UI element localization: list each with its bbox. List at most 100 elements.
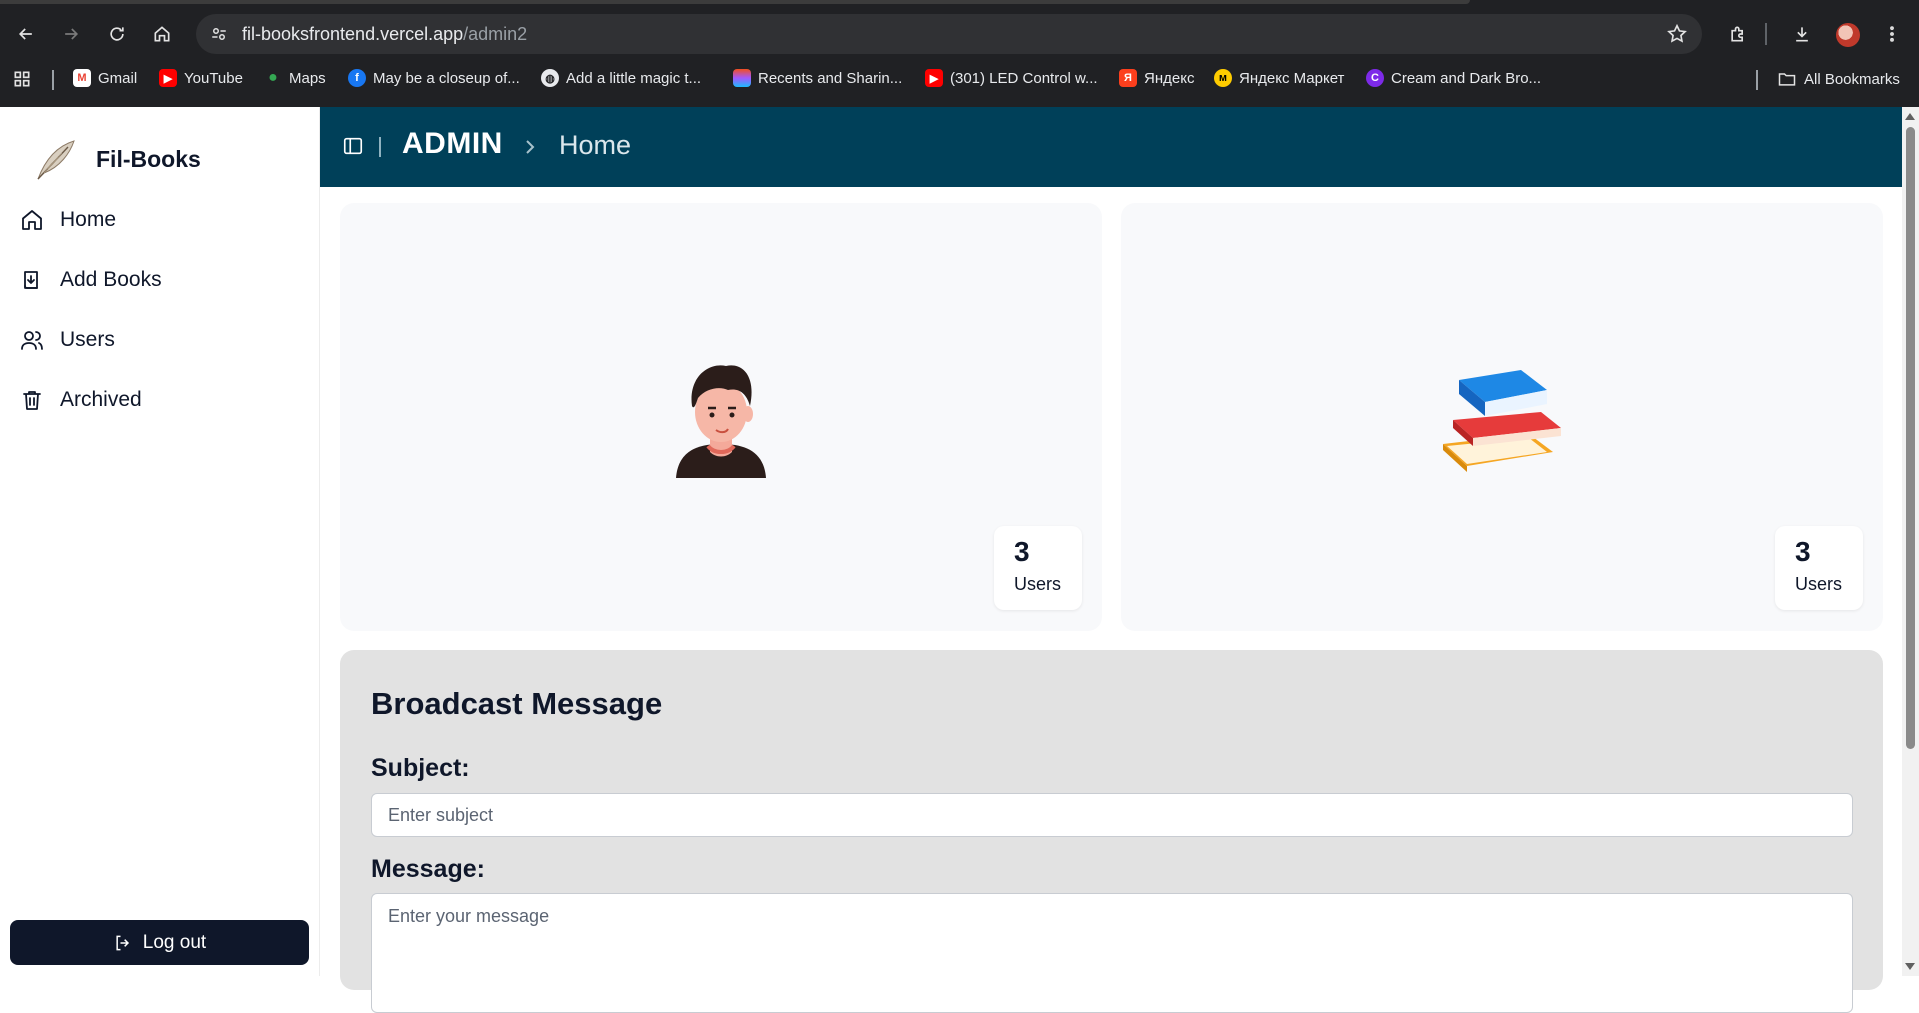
brand[interactable]: Fil-Books: [30, 133, 201, 185]
page-scrollbar[interactable]: [1902, 107, 1919, 976]
bookmark-canva[interactable]: C Cream and Dark Bro...: [1366, 69, 1541, 87]
browser-menu-button[interactable]: [1876, 18, 1908, 50]
feather-logo-icon: [37, 140, 75, 180]
breadcrumb-current-page: Home: [559, 130, 632, 160]
main-content: ADMIN Home 3 Users 3 Users Broadcast Mes…: [320, 107, 1902, 1013]
address-bar[interactable]: fil-booksfrontend.vercel.app/admin2: [196, 14, 1702, 54]
message-textarea[interactable]: [371, 893, 1853, 1013]
users-count-value: 3: [1014, 536, 1030, 567]
brand-name: Fil-Books: [96, 145, 201, 172]
bookmark-label: (301) LED Control w...: [950, 69, 1098, 87]
sidebar: Fil-Books Home Add Books Users Archived …: [0, 107, 320, 976]
bookmark-facebook[interactable]: f May be a closeup of...: [348, 69, 520, 87]
home-icon: [154, 26, 170, 42]
chevron-right-icon: [520, 135, 540, 159]
bookmark-label: Gmail: [98, 69, 138, 87]
url-text: fil-booksfrontend.vercel.app/admin2: [242, 24, 527, 45]
bookmark-magic[interactable]: ◍ Add a little magic t...: [541, 69, 701, 87]
bookmark-label: Add a little magic t...: [566, 69, 702, 87]
sidebar-item-home[interactable]: Home: [20, 208, 116, 232]
sidebar-item-label: Users: [60, 328, 115, 351]
bookmark-youtube[interactable]: ▶ YouTube: [159, 69, 243, 87]
arrow-right-icon: [65, 28, 79, 40]
back-button[interactable]: [10, 18, 42, 50]
bookmark-label: May be a closeup of...: [373, 69, 520, 87]
puzzle-icon: [1731, 26, 1743, 42]
sidebar-item-label: Add Books: [60, 268, 162, 291]
breadcrumb-admin[interactable]: ADMIN: [402, 127, 503, 161]
globe-icon: ◍: [541, 69, 559, 87]
sidebar-item-archived[interactable]: Archived: [20, 388, 142, 412]
reload-button[interactable]: [101, 18, 133, 50]
broadcast-message-panel: Broadcast Message Subject: Message:: [340, 650, 1883, 1013]
profile-avatar[interactable]: [1836, 23, 1860, 47]
scroll-down-arrow[interactable]: [1905, 963, 1915, 970]
sidebar-item-add-books[interactable]: Add Books: [20, 268, 162, 292]
bookmark-label: YouTube: [184, 69, 243, 87]
bookmark-label: Recents and Sharin...: [758, 69, 903, 87]
books-count-badge: 3 Users: [1775, 526, 1863, 610]
youtube-icon: ▶: [925, 69, 943, 87]
arrow-left-icon: [18, 28, 32, 40]
bookmark-label: Maps: [289, 69, 326, 87]
users-count-badge: 3 Users: [994, 526, 1082, 610]
figma-icon: [733, 69, 751, 87]
facebook-icon: f: [348, 69, 366, 87]
toolbar-separator: [1765, 23, 1767, 45]
add-book-icon: [24, 271, 38, 289]
all-bookmarks-button[interactable]: All Bookmarks: [1777, 69, 1900, 89]
downloads-button[interactable]: [1786, 18, 1818, 50]
canva-icon: C: [1366, 69, 1384, 87]
extensions-button[interactable]: [1722, 18, 1754, 50]
app-root: Fil-Books Home Add Books Users Archived …: [0, 107, 1919, 1013]
maps-icon: ●: [268, 69, 278, 86]
apps-grid-icon: [14, 71, 30, 87]
forward-button[interactable]: [55, 18, 87, 50]
bookmark-figma[interactable]: Recents and Sharin...: [733, 69, 902, 87]
users-icon: [21, 331, 43, 350]
gmail-icon: M: [73, 69, 91, 87]
bookmark-led-control[interactable]: ▶ (301) LED Control w...: [925, 69, 1098, 87]
scroll-up-arrow[interactable]: [1905, 113, 1915, 120]
bookmark-gmail[interactable]: M Gmail: [73, 69, 137, 87]
bookmark-maps[interactable]: ● Maps: [264, 69, 326, 87]
bookmark-star-icon[interactable]: [1666, 23, 1688, 45]
sidebar-item-label: Home: [60, 208, 117, 231]
books-stat-card: 3 Users: [1121, 203, 1883, 631]
navigation-bar: fil-booksfrontend.vercel.app/admin2: [0, 12, 1919, 56]
top-header: ADMIN Home: [320, 107, 1902, 187]
tab-strip: [0, 0, 1470, 4]
site-settings-icon[interactable]: [206, 22, 232, 46]
bookmark-separator: [1756, 70, 1758, 90]
yandex-icon: Я: [1119, 69, 1137, 87]
logout-button[interactable]: Log out: [10, 920, 309, 965]
bookmark-yandex[interactable]: Я Яндекс: [1119, 69, 1194, 87]
url-path: /admin2: [463, 24, 528, 44]
sidebar-item-users[interactable]: Users: [20, 328, 115, 352]
bookmark-yandex-market[interactable]: м Яндекс Маркет: [1214, 69, 1344, 87]
home-icon: [22, 210, 42, 230]
sidebar-toggle-button[interactable]: [342, 135, 364, 157]
trash-icon: [23, 391, 41, 410]
broadcast-title: Broadcast Message: [371, 686, 663, 721]
download-icon: [1796, 27, 1808, 42]
message-label: Message:: [371, 855, 485, 883]
books-count-label: Users: [1795, 574, 1843, 594]
panel-left-icon: [343, 137, 363, 155]
subject-input[interactable]: [371, 793, 1853, 837]
folder-icon: [1778, 73, 1796, 86]
reload-icon: [110, 27, 124, 41]
yandex-market-icon: м: [1214, 69, 1232, 87]
books-stack-illustration: [1443, 370, 1561, 472]
youtube-icon: ▶: [159, 69, 177, 87]
apps-button[interactable]: [12, 69, 32, 89]
sidebar-item-label: Archived: [60, 388, 142, 411]
subject-label: Subject:: [371, 754, 470, 782]
home-browser-button[interactable]: [146, 18, 178, 50]
url-host: fil-booksfrontend.vercel.app: [242, 24, 464, 44]
scroll-thumb[interactable]: [1906, 127, 1915, 749]
header-separator: [379, 137, 381, 157]
user-avatar-illustration: [676, 365, 766, 478]
logout-label: Log out: [142, 931, 207, 953]
users-count-label: Users: [1014, 574, 1062, 594]
